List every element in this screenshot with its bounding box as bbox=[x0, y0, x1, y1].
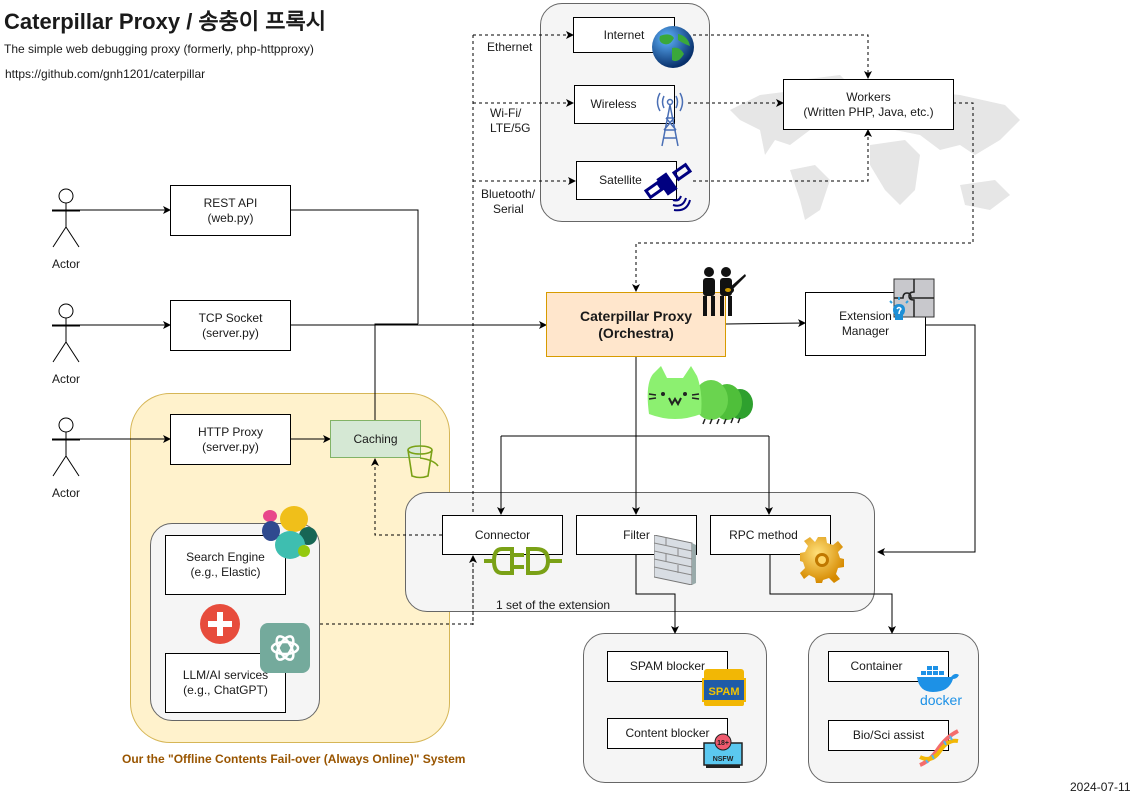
page-subtitle: The simple web debugging proxy (formerly… bbox=[4, 42, 314, 56]
node-title: RPC method bbox=[729, 527, 798, 542]
node-title: Wireless bbox=[590, 97, 637, 111]
plug-connector-icon bbox=[484, 547, 562, 575]
docker-text: docker bbox=[920, 692, 962, 708]
caterpillar-mascot-icon bbox=[647, 366, 753, 425]
actor-label: Actor bbox=[52, 486, 81, 500]
node-subtitle: (server.py) bbox=[202, 325, 259, 340]
medium-line: Bluetooth/ bbox=[481, 187, 536, 201]
node-title: Extension bbox=[839, 309, 892, 323]
http-proxy-node[interactable]: HTTP Proxy (server.py) bbox=[170, 414, 291, 465]
spam-can-text: SPAM bbox=[709, 686, 740, 698]
actor-label: Actor bbox=[52, 257, 81, 271]
chatgpt-logo-icon bbox=[260, 623, 310, 673]
medium-line: LTE/5G bbox=[490, 121, 531, 135]
gear-icon bbox=[800, 537, 844, 583]
node-title: Search Engine bbox=[186, 550, 265, 564]
tcp-socket-node[interactable]: TCP Socket (server.py) bbox=[170, 300, 291, 351]
bucket-icon bbox=[407, 445, 439, 479]
diagram-date: 2024-07-11 bbox=[1070, 780, 1131, 794]
node-title: Bio/Sci assist bbox=[852, 728, 925, 742]
medium-line: Serial bbox=[493, 202, 524, 216]
docker-icon: docker bbox=[917, 666, 962, 708]
node-title: TCP Socket bbox=[198, 310, 263, 325]
globe-icon bbox=[652, 26, 694, 68]
repo-link[interactable]: https://github.com/gnh1201/caterpillar bbox=[5, 67, 205, 81]
actor-icon bbox=[52, 188, 80, 248]
node-subtitle: (e.g., ChatGPT) bbox=[183, 683, 268, 697]
page-title: Caterpillar Proxy / 송충이 프록시 bbox=[4, 9, 326, 34]
node-title: Filter bbox=[623, 527, 650, 542]
firewall-icon bbox=[654, 535, 696, 585]
node-title: Caterpillar Proxy bbox=[579, 307, 693, 324]
actor-icon bbox=[52, 303, 80, 363]
medium-wireless-label: Wi-Fi/ LTE/5G bbox=[490, 106, 530, 136]
medium-line: Wi-Fi/ bbox=[490, 106, 522, 120]
medium-ethernet-label: Ethernet bbox=[487, 40, 533, 54]
node-title: Connector bbox=[474, 527, 531, 542]
dna-icon bbox=[919, 729, 959, 767]
musicians-icon bbox=[703, 267, 746, 316]
satellite-icon bbox=[643, 162, 693, 212]
node-title: Caching bbox=[353, 431, 398, 446]
node-title: SPAM blocker bbox=[629, 659, 706, 673]
node-title: Internet bbox=[603, 27, 645, 42]
cell-tower-icon bbox=[656, 92, 684, 147]
spam-can-icon: SPAM bbox=[702, 669, 746, 706]
nsfw-text: NSFW bbox=[713, 756, 734, 763]
offline-system-caption: Our the "Offline Contents Fail-over (Alw… bbox=[122, 752, 466, 766]
node-title: Satellite bbox=[599, 173, 642, 187]
node-title: LLM/AI services bbox=[182, 668, 269, 682]
node-subtitle: (Orchestra) bbox=[598, 324, 674, 341]
node-title: Content blocker bbox=[625, 726, 710, 740]
node-title: Container bbox=[850, 659, 903, 673]
elastic-logo-icon bbox=[262, 506, 317, 559]
actor-icon bbox=[52, 417, 80, 477]
actor-label: Actor bbox=[52, 372, 81, 386]
node-title: Workers bbox=[846, 89, 891, 104]
plus-icon bbox=[200, 604, 240, 644]
node-subtitle: (web.py) bbox=[207, 210, 254, 225]
lightbulb-icon bbox=[889, 297, 909, 320]
node-subtitle: (server.py) bbox=[202, 439, 259, 454]
rest-api-node[interactable]: REST API (web.py) bbox=[170, 185, 291, 236]
node-subtitle: (Written PHP, Java, etc.) bbox=[803, 104, 934, 119]
node-title: HTTP Proxy bbox=[197, 424, 264, 439]
nsfw-monitor-icon: 18+ NSFW bbox=[703, 733, 743, 768]
node-subtitle: Manager bbox=[841, 324, 890, 338]
extension-set-caption: 1 set of the extension bbox=[496, 598, 611, 612]
eighteen-text: 18+ bbox=[717, 740, 729, 747]
node-title: REST API bbox=[203, 195, 258, 210]
workers-node[interactable]: Workers (Written PHP, Java, etc.) bbox=[783, 79, 954, 130]
node-subtitle: (e.g., Elastic) bbox=[190, 565, 261, 579]
medium-bluetooth-label: Bluetooth/ Serial bbox=[481, 187, 535, 217]
